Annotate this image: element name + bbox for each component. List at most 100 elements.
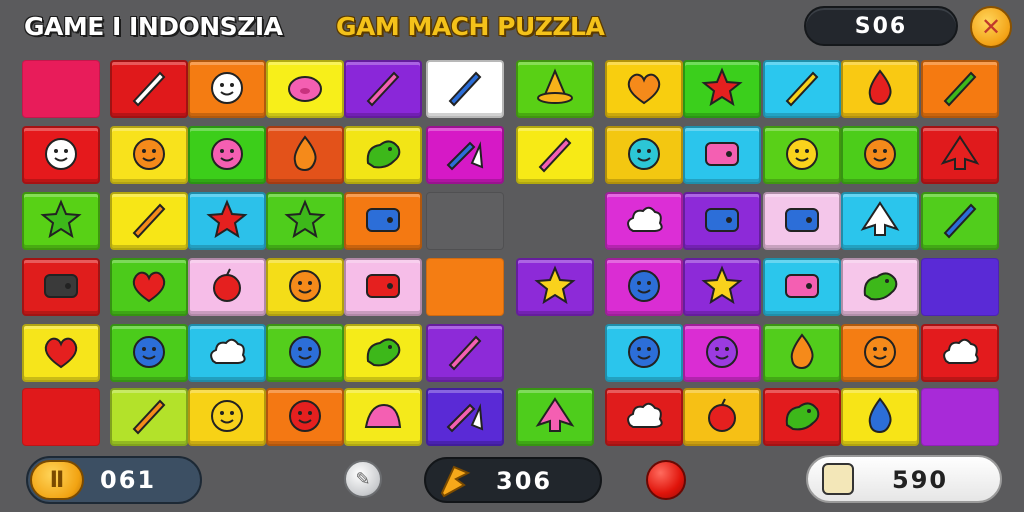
- heart-icon: [621, 67, 667, 111]
- board-tile[interactable]: [426, 192, 504, 250]
- board-tile[interactable]: [763, 60, 841, 118]
- board-tile[interactable]: [921, 192, 999, 250]
- board-tile[interactable]: [22, 192, 100, 250]
- board-tile[interactable]: [266, 388, 344, 446]
- board-tile[interactable]: [266, 60, 344, 118]
- stick-icon: [442, 331, 488, 375]
- board-tile[interactable]: [344, 388, 422, 446]
- board-tile[interactable]: [22, 126, 100, 184]
- board-tile[interactable]: [426, 60, 504, 118]
- board-tile[interactable]: [426, 388, 504, 446]
- heart-icon: [126, 265, 172, 309]
- score-value: 061: [100, 466, 157, 494]
- board-tile[interactable]: [605, 324, 683, 382]
- board-tile[interactable]: [841, 388, 919, 446]
- board-tile[interactable]: [188, 258, 266, 316]
- close-icon: ✕: [980, 13, 1002, 41]
- star-icon: [699, 265, 745, 309]
- face-icon: [282, 331, 328, 375]
- board-tile[interactable]: [763, 388, 841, 446]
- bolt-counter: 306: [424, 457, 602, 503]
- board-tile[interactable]: [683, 258, 761, 316]
- board-tile[interactable]: [110, 192, 188, 250]
- board-tile[interactable]: [516, 258, 594, 316]
- face-icon: [857, 133, 903, 177]
- face-icon: [621, 265, 667, 309]
- stick-icon: [360, 67, 406, 111]
- board-tile[interactable]: [841, 258, 919, 316]
- red-ball-button[interactable]: [646, 460, 686, 500]
- board-tile[interactable]: [516, 388, 594, 446]
- board-tile[interactable]: [110, 388, 188, 446]
- board-tile[interactable]: [921, 388, 999, 446]
- board-tile[interactable]: [841, 192, 919, 250]
- board-tile[interactable]: [516, 126, 594, 184]
- pencils-icon: [442, 395, 488, 439]
- board-tile[interactable]: [921, 60, 999, 118]
- hint-button[interactable]: ✎: [344, 460, 382, 498]
- board-tile[interactable]: [841, 324, 919, 382]
- board-tile[interactable]: [841, 60, 919, 118]
- coins-counter: 590: [806, 455, 1002, 503]
- board-tile[interactable]: [188, 192, 266, 250]
- board-tile[interactable]: [110, 126, 188, 184]
- board-tile[interactable]: [605, 388, 683, 446]
- dino-icon: [360, 133, 406, 177]
- board-tile[interactable]: [426, 126, 504, 184]
- board-tile[interactable]: [110, 60, 188, 118]
- board-tile[interactable]: [921, 258, 999, 316]
- board-tile[interactable]: [110, 258, 188, 316]
- face-icon: [38, 133, 84, 177]
- pencils-icon: [442, 133, 488, 177]
- pig-icon: [282, 67, 328, 111]
- board-tile[interactable]: [110, 324, 188, 382]
- board-tile[interactable]: [763, 192, 841, 250]
- board-tile[interactable]: [188, 388, 266, 446]
- board-tile[interactable]: [188, 126, 266, 184]
- board-tile: [516, 324, 594, 382]
- board-tile[interactable]: [22, 258, 100, 316]
- board-tile[interactable]: [921, 126, 999, 184]
- board-tile[interactable]: [605, 258, 683, 316]
- board-tile[interactable]: [22, 388, 100, 446]
- flame-icon: [857, 395, 903, 439]
- board-tile[interactable]: [344, 324, 422, 382]
- board-tile[interactable]: [605, 192, 683, 250]
- board-tile[interactable]: [921, 324, 999, 382]
- board-tile[interactable]: [22, 324, 100, 382]
- board-tile[interactable]: [763, 324, 841, 382]
- board-tile[interactable]: [344, 258, 422, 316]
- board-tile[interactable]: [426, 324, 504, 382]
- board-tile[interactable]: [344, 60, 422, 118]
- board-tile[interactable]: [344, 192, 422, 250]
- bolt-value: 306: [496, 467, 553, 495]
- board-tile[interactable]: [266, 126, 344, 184]
- face-icon: [282, 395, 328, 439]
- board-tile[interactable]: [841, 126, 919, 184]
- board-tile[interactable]: [605, 126, 683, 184]
- face-icon: [204, 133, 250, 177]
- board-tile[interactable]: [22, 60, 100, 118]
- board-tile[interactable]: [266, 192, 344, 250]
- board-tile[interactable]: [683, 126, 761, 184]
- face-icon: [204, 395, 250, 439]
- board-tile[interactable]: [188, 60, 266, 118]
- board-tile[interactable]: [344, 126, 422, 184]
- heart-icon: [38, 331, 84, 375]
- board-tile[interactable]: [683, 324, 761, 382]
- toaster-icon: [360, 265, 406, 309]
- board-tile[interactable]: [683, 192, 761, 250]
- board-tile[interactable]: [266, 258, 344, 316]
- board-tile[interactable]: [763, 126, 841, 184]
- board-tile[interactable]: [516, 60, 594, 118]
- board-tile[interactable]: [683, 60, 761, 118]
- face-icon: [699, 331, 745, 375]
- game-board: [22, 60, 1004, 450]
- board-tile[interactable]: [605, 60, 683, 118]
- board-tile[interactable]: [188, 324, 266, 382]
- close-button[interactable]: ✕: [970, 6, 1012, 48]
- board-tile[interactable]: [763, 258, 841, 316]
- board-tile[interactable]: [266, 324, 344, 382]
- board-tile[interactable]: [683, 388, 761, 446]
- board-tile[interactable]: [426, 258, 504, 316]
